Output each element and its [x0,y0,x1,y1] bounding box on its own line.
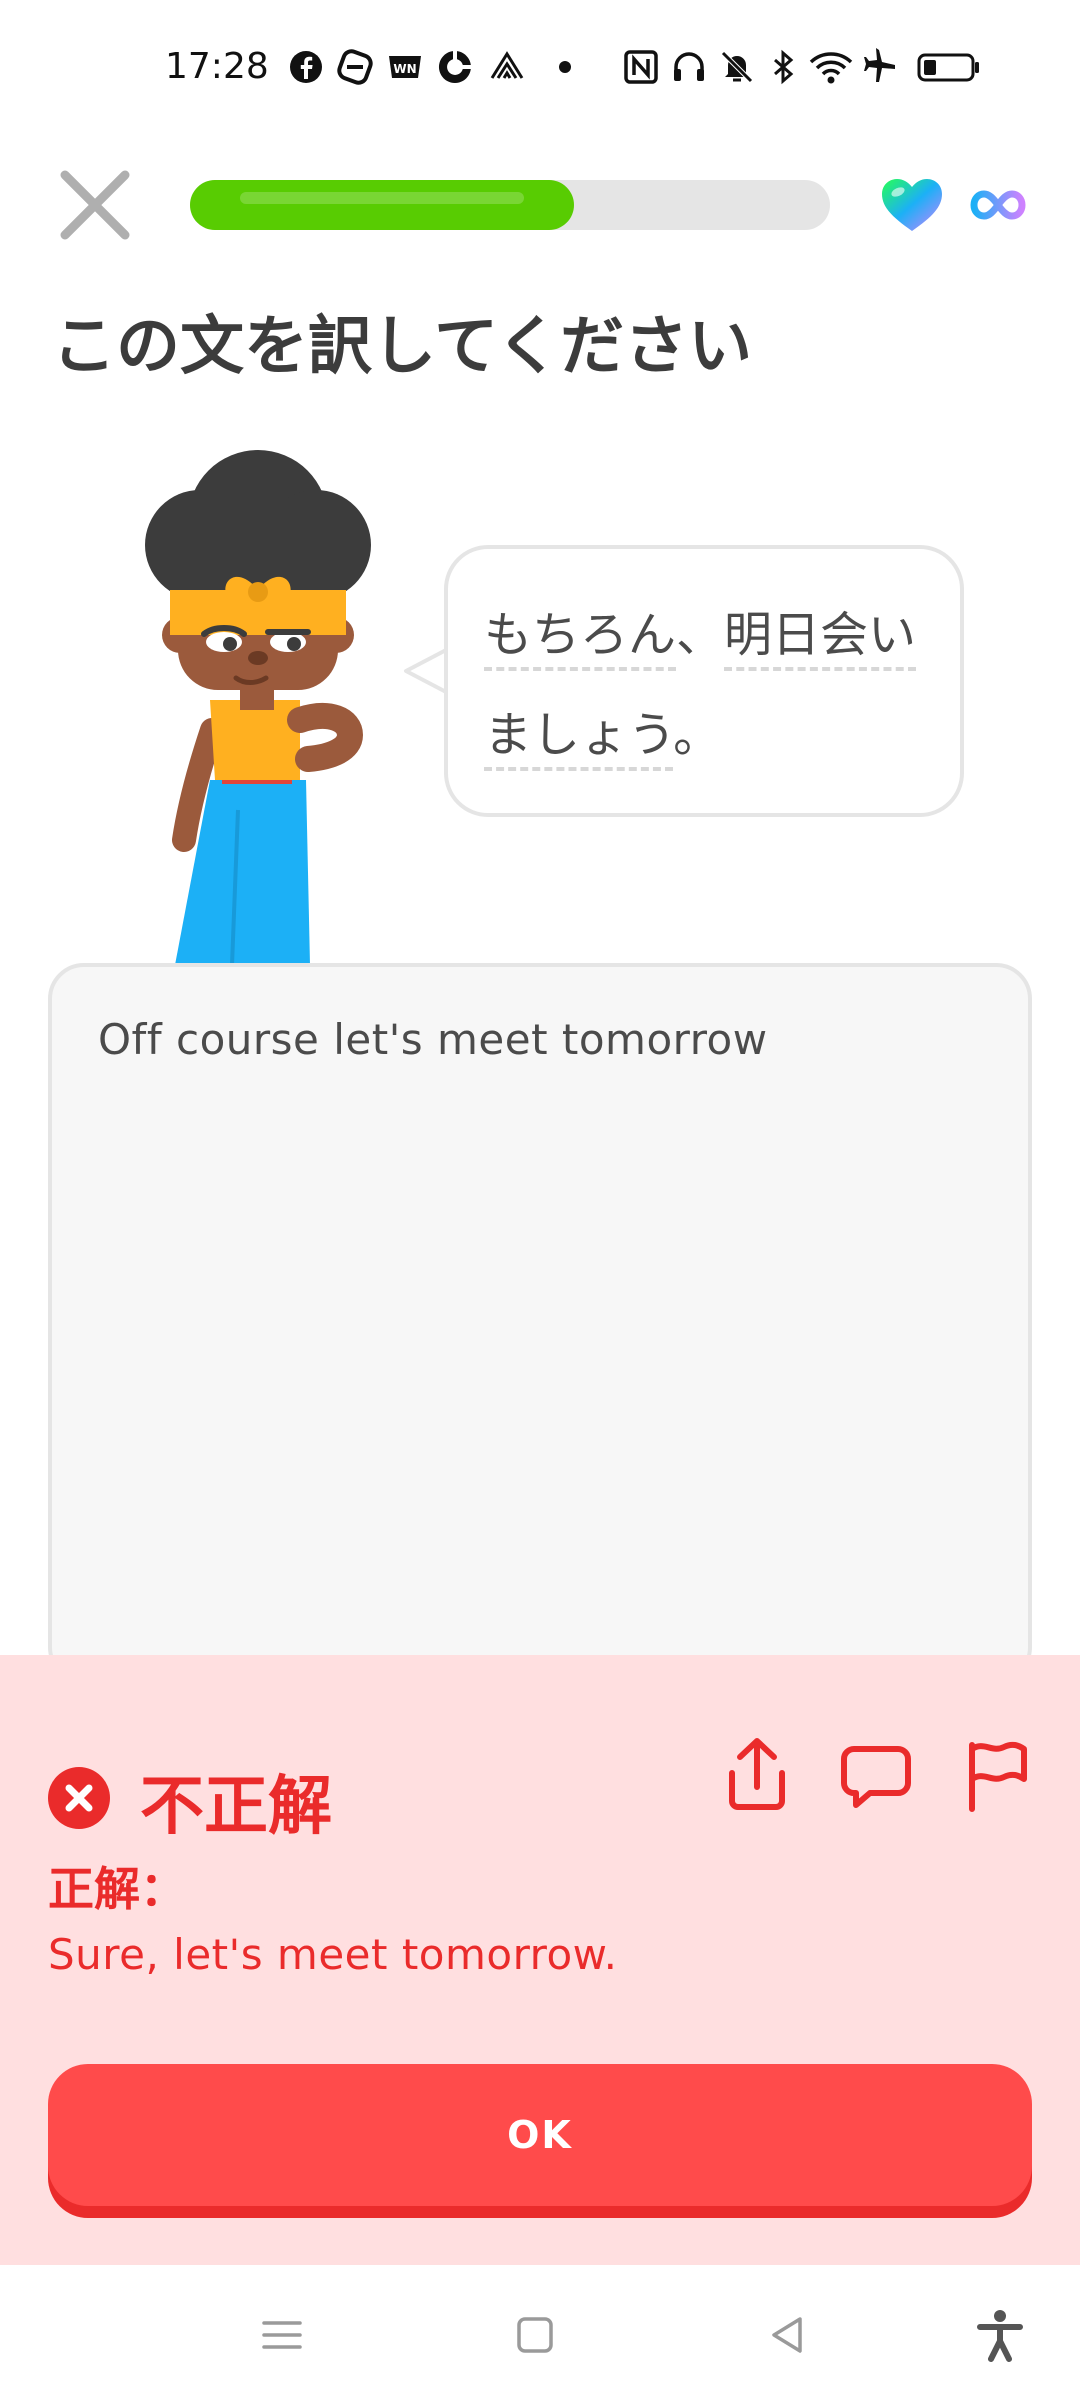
facebook-icon [287,48,325,86]
headphones-icon [670,48,708,86]
prompt-word[interactable]: ましょう [484,707,674,771]
comment-icon [841,1746,911,1808]
progress-bar-shine [240,192,524,204]
bluetooth-icon [764,48,802,86]
correct-answer-label: 正解： [48,1862,186,1916]
answer-text: Off course let's meet tomorrow [98,1015,768,1064]
home-icon[interactable] [505,2305,565,2365]
nfc-icon [622,48,660,86]
app-icon [336,48,374,86]
menu-icon[interactable] [252,2305,312,2365]
app-icon [436,48,474,86]
svg-text:WN: WN [393,62,416,76]
app-icon [488,48,526,86]
navigation-bar [0,2265,1080,2400]
character-illustration [140,430,400,966]
app-icon: WN [386,48,424,86]
progress-bar [190,180,830,230]
ok-button[interactable]: OK [48,2064,1032,2206]
dot-icon [546,48,584,86]
instruction-title: この文を訳してください [52,310,753,384]
close-icon [60,170,130,240]
prompt-punctuation: 、 [676,607,725,663]
correct-answer-text: Sure, let's meet tomorrow. [48,1930,618,1979]
share-icon [729,1738,785,1810]
prompt-line-2: ましょう。 [484,695,722,771]
prompt-line-1: もちろん、明日会い [484,595,917,671]
close-button[interactable] [55,165,135,245]
progress-bar-fill [190,180,574,230]
accessibility-icon[interactable] [970,2305,1030,2365]
speech-bubble: もちろん、明日会い ましょう。 [444,545,964,817]
comment-button[interactable] [840,1745,912,1811]
prompt-word[interactable]: 明日会い [724,607,917,671]
feedback-title: 不正解 [140,1770,332,1844]
share-button[interactable] [722,1733,792,1813]
answer-input[interactable]: Off course let's meet tomorrow [48,963,1032,1683]
prompt-punctuation: 。 [673,707,722,763]
battery-icon [916,48,982,86]
flag-icon [969,1741,1027,1812]
feedback-panel: 不正解 正解： Sure, let's meet tomorrow. OK [0,1655,1080,2265]
report-button[interactable] [962,1735,1032,1815]
airplane-icon [862,48,900,86]
wifi-icon [808,48,854,86]
status-bar: 17:28 WN [0,0,1080,140]
back-icon[interactable] [758,2305,818,2365]
prompt-word[interactable]: もちろん [484,607,677,671]
heart-icon[interactable] [878,175,946,235]
infinity-icon [970,183,1026,227]
incorrect-icon [48,1767,110,1829]
mute-icon [718,48,756,86]
status-time: 17:28 [165,46,269,87]
